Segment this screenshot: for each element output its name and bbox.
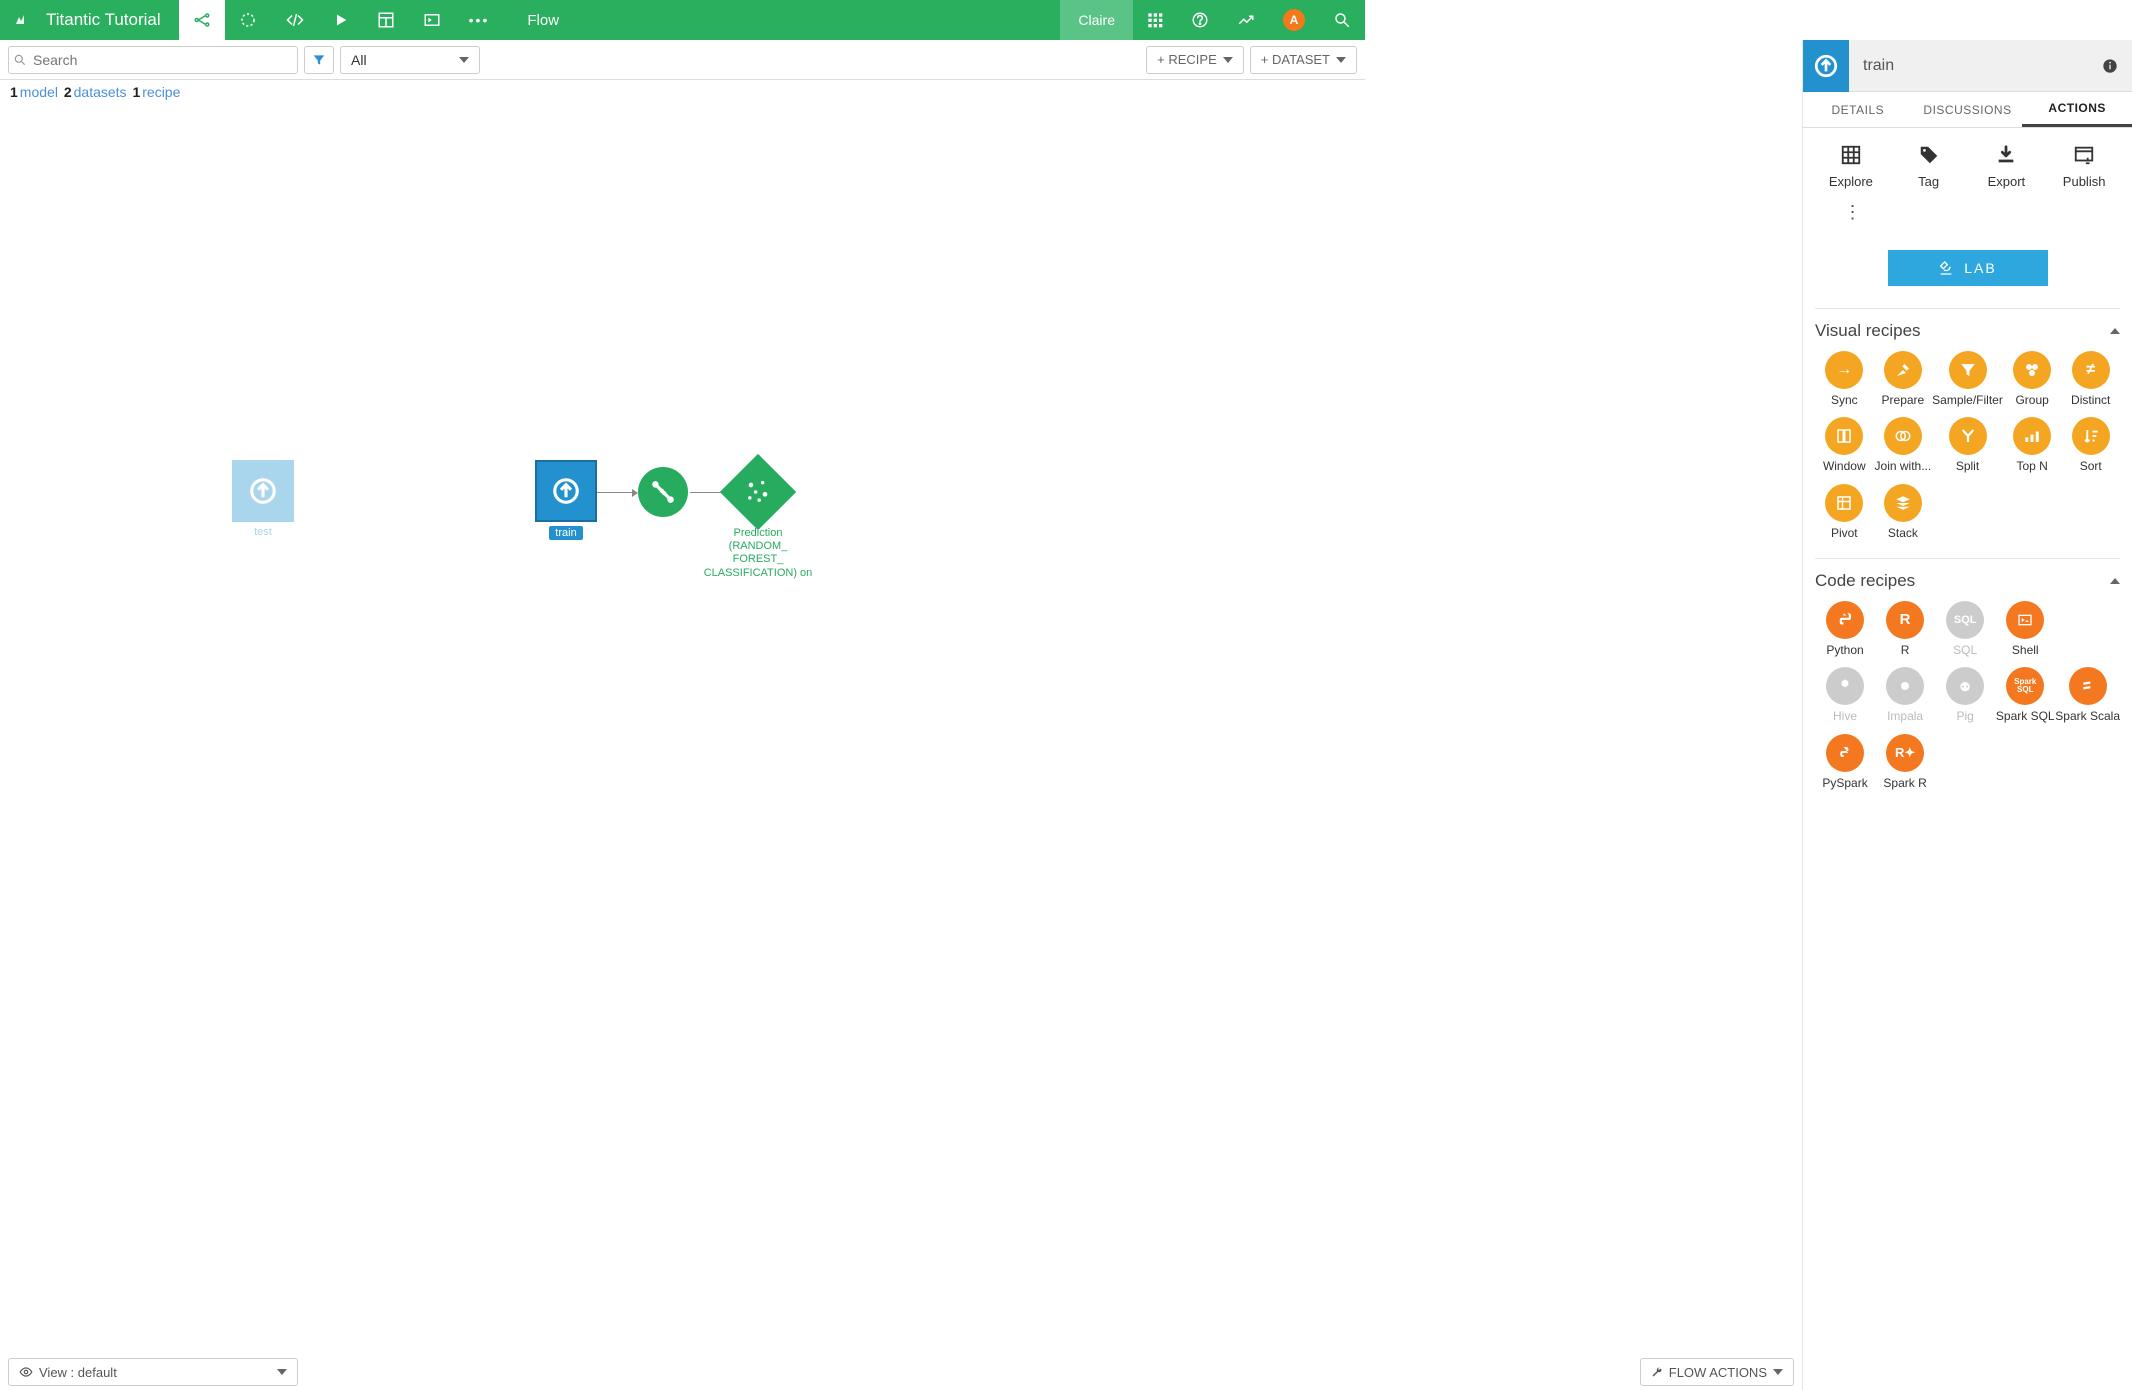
right-panel: train DETAILS DISCUSSIONS ACTIONS Explor…	[1802, 40, 2132, 1390]
grid-icon	[1815, 142, 1887, 168]
search-icon[interactable]	[1319, 0, 1365, 40]
recipe-sparksql[interactable]: SparkSQLSpark SQL	[1995, 667, 2055, 723]
recipe-r[interactable]: RR	[1875, 601, 1935, 657]
recipe-sample[interactable]: Sample/Filter	[1932, 351, 2003, 407]
visual-recipes-header[interactable]: Visual recipes	[1815, 308, 2120, 351]
panel-tabs: DETAILS DISCUSSIONS ACTIONS	[1803, 92, 2132, 128]
upload-icon	[232, 460, 294, 522]
download-icon	[1971, 142, 2043, 168]
project-title[interactable]: Titantic Tutorial	[40, 0, 179, 40]
recipe-sync[interactable]: →Sync	[1815, 351, 1874, 407]
top-header: Titantic Tutorial ••• Flow Claire A	[0, 0, 1365, 40]
recipe-sparkr[interactable]: R✦Spark R	[1875, 734, 1935, 790]
search-input[interactable]	[33, 52, 293, 68]
search-input-wrap	[8, 46, 298, 74]
tab-discussions[interactable]: DISCUSSIONS	[1913, 92, 2023, 127]
panel-dataset-icon	[1803, 40, 1849, 92]
recipe-distinct[interactable]: ≠Distinct	[2061, 351, 2120, 407]
dataset-node-train[interactable]: train	[535, 460, 597, 540]
publish-icon	[2048, 142, 2120, 168]
recipe-sort[interactable]: Sort	[2061, 417, 2120, 473]
flow-canvas-wrap: test train Prediction (RANDOM_ FOREST_ C…	[0, 80, 1802, 1390]
action-export[interactable]: Export	[1971, 142, 2043, 189]
node-label-prediction: Prediction (RANDOM_ FOREST_ CLASSIFICATI…	[703, 527, 813, 580]
code-icon[interactable]	[271, 0, 319, 40]
filter-icon[interactable]	[304, 46, 334, 74]
lab-button[interactable]: LAB	[1888, 250, 2048, 286]
add-recipe-button[interactable]: + RECIPE	[1146, 46, 1244, 74]
dashboard-icon[interactable]	[363, 0, 409, 40]
recipe-topn[interactable]: Top N	[2003, 417, 2062, 473]
action-tag[interactable]: Tag	[1893, 142, 1965, 189]
search-magnifier-icon	[13, 53, 33, 67]
recipe-impala[interactable]: Impala	[1875, 667, 1935, 723]
eye-icon	[19, 1365, 33, 1379]
flow-canvas[interactable]: test train Prediction (RANDOM_ FOREST_ C…	[0, 80, 1802, 1350]
bottom-bar: View : default FLOW ACTIONS	[0, 1354, 1802, 1390]
filter-dropdown[interactable]: All	[340, 46, 480, 74]
recipe-python[interactable]: Python	[1815, 601, 1875, 657]
recipe-pig[interactable]: Pig	[1935, 667, 1995, 723]
recipe-join[interactable]: Join with...	[1874, 417, 1933, 473]
action-explore[interactable]: Explore	[1815, 142, 1887, 189]
help-icon[interactable]	[1177, 0, 1223, 40]
chevron-up-icon	[2110, 578, 2120, 584]
node-label-test: test	[232, 526, 294, 538]
nav-circle-icon[interactable]	[225, 0, 271, 40]
recipe-sql[interactable]: SQLSQL	[1935, 601, 1995, 657]
recipe-split[interactable]: Split	[1932, 417, 2003, 473]
node-label-train: train	[549, 526, 582, 540]
recipe-prepare[interactable]: Prepare	[1874, 351, 1933, 407]
caret-down-icon	[459, 57, 469, 63]
filter-dropdown-label: All	[351, 52, 367, 68]
recipe-node[interactable]	[638, 467, 688, 517]
panel-header: train	[1803, 40, 2132, 92]
info-icon[interactable]	[2102, 58, 2132, 74]
train-recipe-icon	[638, 467, 688, 517]
visual-recipes-grid: →Sync Prepare Sample/Filter Group ≠Disti…	[1815, 351, 2120, 540]
activity-icon[interactable]	[1223, 0, 1269, 40]
recipe-hive[interactable]: Hive	[1815, 667, 1875, 723]
upload-icon	[535, 460, 597, 522]
more-icon[interactable]: •••	[455, 0, 504, 40]
avatar[interactable]: A	[1269, 0, 1319, 40]
model-icon	[720, 454, 796, 530]
code-recipes-header[interactable]: Code recipes	[1815, 558, 2120, 601]
recipe-pivot[interactable]: Pivot	[1815, 484, 1874, 540]
chevron-up-icon	[2110, 328, 2120, 334]
actions-more-icon[interactable]: ⋮	[1815, 201, 1890, 232]
recipe-window[interactable]: Window	[1815, 417, 1874, 473]
microscope-icon	[1938, 260, 1954, 276]
tab-actions[interactable]: ACTIONS	[2022, 92, 2132, 127]
breadcrumb[interactable]: Flow	[513, 0, 573, 40]
terminal-icon[interactable]	[409, 0, 455, 40]
panel-title: train	[1849, 57, 2102, 75]
recipe-group[interactable]: Group	[2003, 351, 2062, 407]
recipe-sparkscala[interactable]: Spark Scala	[2055, 667, 2120, 723]
apps-icon[interactable]	[1133, 0, 1177, 40]
recipe-pyspark[interactable]: PySpark	[1815, 734, 1875, 790]
view-dropdown[interactable]: View : default	[8, 1358, 298, 1386]
edge-train-to-recipe	[597, 492, 637, 493]
play-icon[interactable]	[319, 0, 363, 40]
flow-actions-button[interactable]: FLOW ACTIONS	[1640, 1358, 1794, 1386]
recipe-shell[interactable]: Shell	[1995, 601, 2055, 657]
tab-details[interactable]: DETAILS	[1803, 92, 1913, 127]
tag-icon	[1893, 142, 1965, 168]
flow-tab-icon[interactable]	[179, 0, 225, 40]
code-recipes-grid: Python RR SQLSQL Shell Hive Impala Pig S…	[1815, 601, 2120, 790]
panel-body: Explore Tag Export Publish ⋮ LAB Visual …	[1803, 128, 2132, 1390]
dataset-node-test[interactable]: test	[232, 460, 294, 538]
action-publish[interactable]: Publish	[2048, 142, 2120, 189]
user-name[interactable]: Claire	[1060, 0, 1133, 40]
model-node[interactable]: Prediction (RANDOM_ FOREST_ CLASSIFICATI…	[703, 465, 813, 580]
add-dataset-button[interactable]: + DATASET	[1250, 46, 1357, 74]
logo-icon[interactable]	[0, 0, 40, 40]
wrench-icon	[1651, 1366, 1663, 1378]
recipe-stack[interactable]: Stack	[1874, 484, 1933, 540]
flow-toolbar: All + RECIPE + DATASET	[0, 40, 1365, 80]
